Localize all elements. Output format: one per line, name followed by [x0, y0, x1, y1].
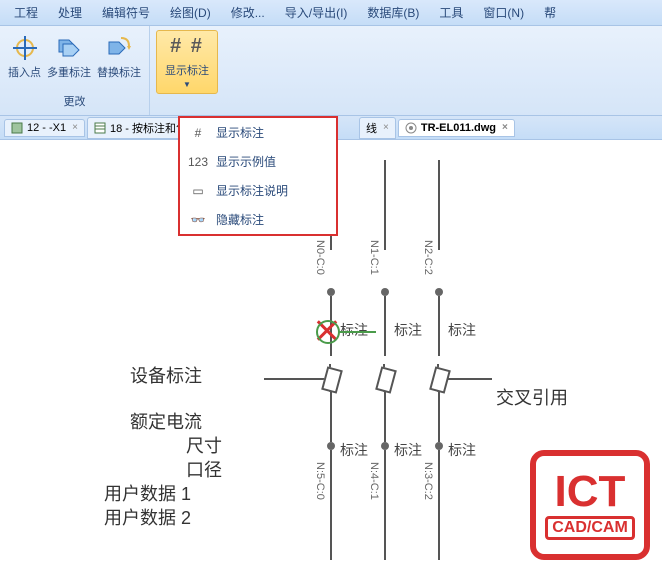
- insert-point-button[interactable]: 插入点: [6, 30, 43, 82]
- menubar: 工程 处理 编辑符号 绘图(D) 修改... 导入/导出(I) 数据库(B) 工…: [0, 0, 662, 26]
- menu-modify[interactable]: 修改...: [221, 0, 275, 25]
- tags-icon: [53, 32, 85, 64]
- dd-label: 显示示例值: [216, 153, 276, 170]
- hash-icon: #: [188, 126, 208, 140]
- annotation: 标注: [394, 440, 422, 460]
- ribbon-group-show: # # 显示标注 ▼: [150, 26, 224, 115]
- dd-show-annotation[interactable]: # 显示标注: [180, 118, 336, 147]
- btn-label: 替换标注: [97, 64, 141, 80]
- wire: [330, 392, 332, 442]
- tab-12-x1[interactable]: 12 - -X1 ×: [4, 119, 85, 137]
- terminal-label: N2-C:2: [422, 240, 434, 275]
- label-diameter: 口径: [186, 456, 222, 482]
- switch-symbol: [320, 364, 340, 392]
- wire: [384, 160, 386, 250]
- close-icon[interactable]: ×: [383, 122, 389, 133]
- btn-label: 显示标注: [165, 62, 209, 78]
- close-icon[interactable]: ×: [502, 122, 508, 133]
- label-current: 额定电流: [130, 408, 202, 434]
- label-device: 设备标注: [130, 362, 202, 388]
- annotation: 标注: [340, 320, 368, 340]
- annotation: 标注: [448, 320, 476, 340]
- wire: [438, 450, 440, 560]
- menu-window[interactable]: 窗口(N): [473, 0, 534, 25]
- tab-label: TR-EL011.dwg: [421, 122, 496, 134]
- wire: [438, 160, 440, 250]
- number-icon: 123: [188, 155, 208, 169]
- dd-show-sample[interactable]: 123 显示示例值: [180, 147, 336, 176]
- close-icon[interactable]: ×: [72, 122, 78, 133]
- menu-draw[interactable]: 绘图(D): [160, 0, 221, 25]
- textbox-icon: ▭: [188, 184, 208, 198]
- circle-marker-icon: [316, 320, 340, 344]
- label-userdata1: 用户数据 1: [104, 480, 191, 506]
- annotation: 标注: [448, 440, 476, 460]
- replace-tag-icon: [103, 32, 135, 64]
- menu-process[interactable]: 处理: [48, 0, 92, 25]
- wire: [330, 450, 332, 560]
- annotation: 标注: [394, 320, 422, 340]
- terminal-label: N:5-C:0: [314, 462, 326, 500]
- wire: [384, 392, 386, 442]
- tab-label: 线: [366, 120, 377, 136]
- label-dimension: 尺寸: [186, 432, 222, 458]
- dd-hide-annotation[interactable]: 👓 隐藏标注: [180, 205, 336, 234]
- sheet-icon: [11, 122, 23, 134]
- menu-edit-symbol[interactable]: 编辑符号: [92, 0, 160, 25]
- label-crossref: 交叉引用: [496, 384, 568, 410]
- dd-show-description[interactable]: ▭ 显示标注说明: [180, 176, 336, 205]
- multi-annotation-button[interactable]: 多重标注: [45, 30, 93, 82]
- tab-line[interactable]: 线 ×: [359, 117, 396, 139]
- logo-text: ICT: [555, 470, 626, 514]
- crosshair-icon: [9, 32, 41, 64]
- ict-logo: ICT CAD/CAM: [530, 450, 650, 560]
- switch-symbol: [374, 364, 394, 392]
- show-annotation-dropdown: # 显示标注 123 显示示例值 ▭ 显示标注说明 👓 隐藏标注: [178, 116, 338, 236]
- terminal-label: N:4-C:1: [368, 462, 380, 500]
- replace-annotation-button[interactable]: 替换标注: [95, 30, 143, 82]
- hash-icon: # #: [170, 35, 204, 58]
- wire: [438, 392, 440, 442]
- terminal-label: N:3-C:2: [422, 462, 434, 500]
- btn-label: 插入点: [8, 64, 41, 80]
- dd-label: 隐藏标注: [216, 211, 264, 228]
- label-userdata2: 用户数据 2: [104, 504, 191, 530]
- chevron-down-icon: ▼: [183, 80, 191, 89]
- dwg-icon: [405, 122, 417, 134]
- annotation: 标注: [340, 440, 368, 460]
- ribbon-group-modify: 插入点 多重标注 替换标注 更改: [0, 26, 150, 115]
- group-label: 更改: [64, 91, 86, 111]
- menu-database[interactable]: 数据库(B): [357, 0, 429, 25]
- terminal-label: N1-C:1: [368, 240, 380, 275]
- terminal-dot: [435, 288, 443, 296]
- terminal-dot: [327, 288, 335, 296]
- wire: [384, 450, 386, 560]
- show-annotation-button[interactable]: # # 显示标注 ▼: [156, 30, 218, 94]
- menu-tools[interactable]: 工具: [429, 0, 473, 25]
- table-icon: [94, 122, 106, 134]
- wire: [384, 296, 386, 356]
- menu-project[interactable]: 工程: [4, 0, 48, 25]
- btn-label: 多重标注: [47, 64, 91, 80]
- terminal-dot: [381, 442, 389, 450]
- ribbon: 插入点 多重标注 替换标注 更改 # # 显示标注 ▼: [0, 26, 662, 116]
- terminal-label: N0-C:0: [314, 240, 326, 275]
- terminal-dot: [435, 442, 443, 450]
- green-arrow: [338, 331, 376, 333]
- terminal-dot: [327, 442, 335, 450]
- wire: [448, 378, 492, 380]
- terminal-dot: [381, 288, 389, 296]
- tab-tr-el011[interactable]: TR-EL011.dwg ×: [398, 119, 515, 137]
- menu-help[interactable]: 帮: [534, 0, 566, 25]
- logo-subtext: CAD/CAM: [545, 516, 635, 540]
- wire: [438, 296, 440, 356]
- menu-import-export[interactable]: 导入/导出(I): [275, 0, 358, 25]
- glasses-icon: 👓: [188, 213, 208, 227]
- dd-label: 显示标注说明: [216, 182, 288, 199]
- switch-symbol: [428, 364, 448, 392]
- dd-label: 显示标注: [216, 124, 264, 141]
- tab-label: 12 - -X1: [27, 122, 66, 134]
